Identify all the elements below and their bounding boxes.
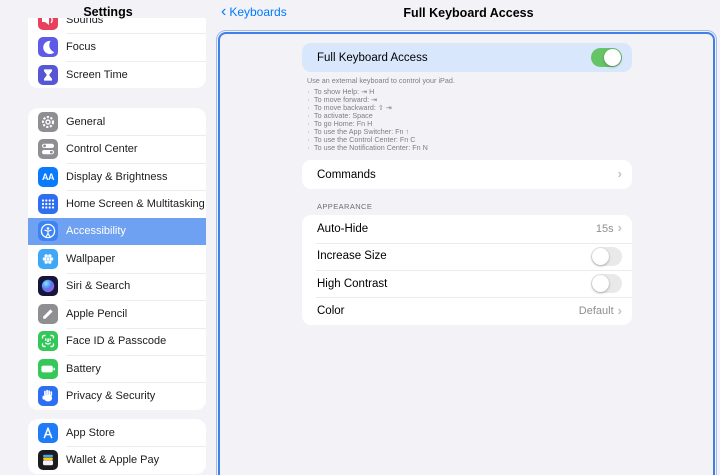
- sidebar-item-privacy[interactable]: Privacy & Security: [28, 382, 206, 409]
- screen-time-icon: [38, 64, 58, 85]
- sidebar-item-focus[interactable]: Focus: [28, 33, 206, 60]
- chevron-left-icon: ‹: [221, 3, 227, 20]
- sidebar-item-face-id[interactable]: Face ID & Passcode: [28, 327, 206, 355]
- auto-hide-label: Auto-Hide: [317, 222, 369, 235]
- app-store-icon: [38, 422, 58, 443]
- full-keyboard-access-label: Full Keyboard Access: [317, 51, 428, 64]
- battery-icon: [38, 358, 58, 379]
- sidebar-item-label: Wallet & Apple Pay: [66, 454, 160, 467]
- appearance-card: Auto-Hide 15s › Increase Size High Contr…: [302, 215, 632, 325]
- sidebar-item-label: Privacy & Security: [66, 390, 156, 403]
- auto-hide-value: 15s: [595, 222, 614, 235]
- feature-description: Use an external keyboard to control your…: [307, 76, 455, 85]
- sidebar-item-home-screen[interactable]: Home Screen & Multitasking: [28, 190, 206, 217]
- sidebar-item-display-brightness[interactable]: AA Display & Brightness: [28, 162, 206, 190]
- sidebar-item-battery[interactable]: Battery: [28, 354, 206, 382]
- ipad-settings-screen: Sounds Focus Screen Time General Control…: [0, 0, 720, 475]
- sidebar-item-label: Battery: [66, 362, 101, 375]
- sidebar-item-app-store[interactable]: App Store: [28, 419, 206, 446]
- full-keyboard-access-row[interactable]: Full Keyboard Access: [302, 43, 632, 72]
- auto-hide-row[interactable]: Auto-Hide 15s ›: [302, 215, 632, 242]
- sidebar-item-label: Face ID & Passcode: [66, 335, 167, 348]
- high-contrast-toggle[interactable]: [591, 274, 622, 294]
- back-button-keyboards[interactable]: ‹ Keyboards: [221, 3, 287, 20]
- accessibility-icon: [38, 221, 58, 242]
- sidebar-item-label: App Store: [66, 426, 115, 439]
- sidebar-item-siri-search[interactable]: Siri & Search: [28, 272, 206, 300]
- sidebar-group-2: General Control Center AA Display & Brig…: [28, 108, 206, 410]
- control-center-icon: [38, 139, 58, 160]
- chevron-right-icon: ›: [617, 220, 622, 236]
- sidebar-item-label: Focus: [66, 41, 96, 54]
- commands-row[interactable]: Commands ›: [302, 160, 632, 189]
- sidebar-item-general[interactable]: General: [28, 108, 206, 135]
- sidebar-item-label: Sounds: [66, 18, 104, 26]
- sidebar-item-control-center[interactable]: Control Center: [28, 135, 206, 162]
- increase-size-row[interactable]: Increase Size: [302, 242, 632, 270]
- chevron-right-icon: ›: [617, 166, 622, 182]
- back-button-label: Keyboards: [229, 5, 287, 19]
- sidebar-item-label: Apple Pencil: [66, 307, 128, 320]
- sidebar-item-label: Accessibility: [66, 225, 126, 238]
- sidebar-item-screen-time[interactable]: Screen Time: [28, 60, 206, 88]
- detail-pane: Full Keyboard Access Use an external key…: [302, 43, 632, 325]
- color-label: Color: [317, 305, 345, 318]
- page-title: Full Keyboard Access: [403, 6, 534, 20]
- general-icon: [38, 111, 58, 132]
- high-contrast-label: High Contrast: [317, 277, 388, 290]
- full-keyboard-access-toggle[interactable]: [591, 48, 622, 67]
- sidebar-title: Settings: [83, 5, 133, 19]
- high-contrast-row[interactable]: High Contrast: [302, 270, 632, 297]
- sidebar-item-accessibility[interactable]: Accessibility: [28, 217, 206, 246]
- color-value: Default: [578, 305, 614, 318]
- sidebar-item-label: Wallpaper: [66, 252, 116, 265]
- home-screen-icon: [38, 194, 58, 215]
- sidebar-item-label: Home Screen & Multitasking: [66, 198, 205, 211]
- focus-icon: [38, 37, 58, 58]
- commands-card: Commands ›: [302, 160, 632, 190]
- sidebar-item-label: General: [66, 115, 106, 128]
- sidebar-group-1: Sounds Focus Screen Time: [28, 18, 206, 89]
- face-id-icon: [38, 331, 58, 352]
- siri-icon: [38, 276, 58, 297]
- color-row[interactable]: Color Default ›: [302, 297, 632, 324]
- sidebar-item-label: Display & Brightness: [66, 170, 168, 183]
- sidebar-group-3: App Store Wallet & Apple Pay: [28, 419, 206, 474]
- increase-size-toggle[interactable]: [591, 246, 622, 266]
- wallpaper-icon: [38, 248, 58, 269]
- appearance-section-label: APPEARANCE: [317, 202, 373, 212]
- apple-pencil-icon: [38, 303, 58, 324]
- sounds-icon: [38, 18, 58, 30]
- sidebar-item-wallpaper[interactable]: Wallpaper: [28, 245, 206, 272]
- sidebar-item-label: Control Center: [66, 143, 138, 156]
- privacy-icon: [38, 386, 58, 407]
- display-brightness-icon: AA: [38, 166, 58, 187]
- increase-size-label: Increase Size: [317, 250, 387, 263]
- wallet-icon: [38, 450, 58, 471]
- chevron-right-icon: ›: [617, 302, 622, 318]
- sidebar: Sounds Focus Screen Time General Control…: [0, 18, 216, 475]
- sidebar-item-label: Siri & Search: [66, 280, 131, 293]
- sidebar-item-wallet[interactable]: Wallet & Apple Pay: [28, 446, 206, 473]
- shortcut-item: · To use the Notification Center: Fn N: [307, 143, 428, 153]
- sidebar-item-sounds[interactable]: Sounds: [28, 18, 206, 33]
- sidebar-item-label: Screen Time: [66, 68, 128, 81]
- sidebar-item-apple-pencil[interactable]: Apple Pencil: [28, 300, 206, 327]
- shortcut-list: · To show Help: ⇥ H · To move forward: ⇥ ·…: [307, 87, 632, 153]
- commands-label: Commands: [317, 168, 376, 181]
